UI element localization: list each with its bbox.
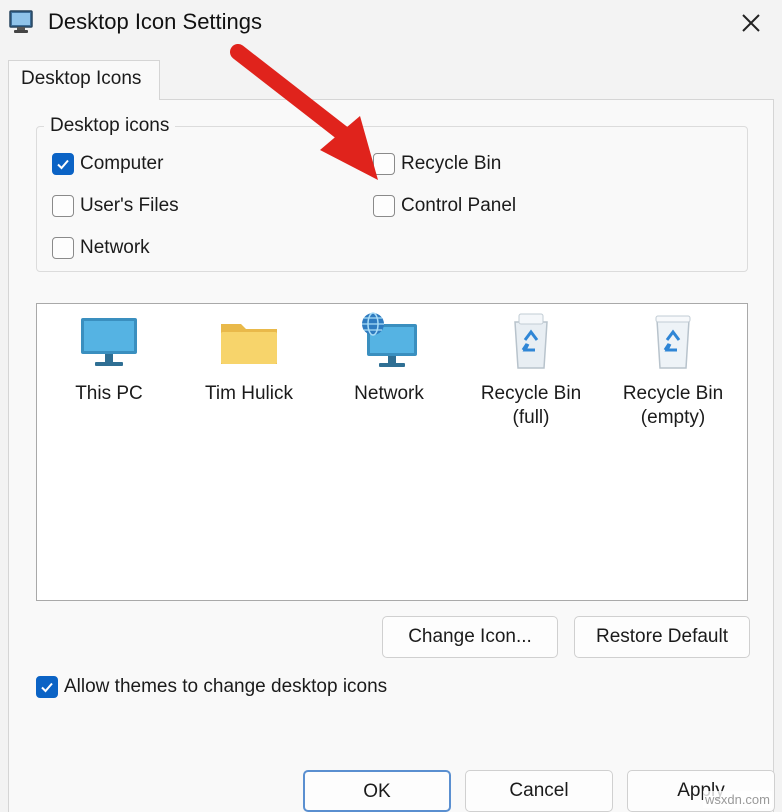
checkbox-box[interactable]	[52, 195, 74, 217]
checkmark-icon	[41, 682, 53, 693]
icon-item-recycle-bin-full[interactable]: Recycle Bin (full)	[461, 310, 601, 430]
icon-item-network[interactable]: Network	[319, 310, 459, 406]
cancel-button[interactable]: Cancel	[465, 770, 613, 812]
recycle-bin-empty-icon	[655, 315, 691, 369]
checkbox-label: Allow themes to change desktop icons	[64, 676, 388, 697]
tab-desktop-icons[interactable]: Desktop Icons	[8, 60, 160, 100]
icon-label: This PC	[75, 383, 143, 404]
checkbox-label: Control Panel	[401, 195, 517, 216]
network-icon	[362, 312, 417, 367]
restore-default-button[interactable]: Restore Default	[574, 616, 750, 658]
groupbox-legend: Desktop icons	[44, 114, 176, 138]
recycle-bin-full-icon	[514, 313, 548, 369]
icon-label: Recycle Bin (empty)	[622, 383, 724, 428]
close-icon	[742, 14, 760, 32]
checkbox-allow-themes[interactable]: Allow themes to change desktop icons	[36, 674, 387, 700]
icon-list-box[interactable]: This PC Tim Hulick Network Recycle Bin (f…	[36, 303, 748, 601]
checkmark-icon	[57, 159, 69, 170]
watermark: wsxdn.com	[702, 791, 772, 808]
folder-icon	[221, 324, 277, 364]
checkbox-users-files[interactable]: User's Files	[52, 193, 179, 219]
icon-item-this-pc[interactable]: This PC	[39, 310, 179, 406]
icon-label: Recycle Bin (full)	[480, 383, 582, 428]
icon-item-recycle-bin-empty[interactable]: Recycle Bin (empty)	[603, 310, 743, 430]
window-title: Desktop Icon Settings	[48, 9, 263, 34]
checkbox-control-panel[interactable]: Control Panel	[373, 193, 516, 219]
icon-item-user-folder[interactable]: Tim Hulick	[179, 310, 319, 406]
annotation-arrow-icon	[230, 44, 378, 180]
checkbox-box[interactable]	[373, 195, 395, 217]
checkbox-computer[interactable]: Computer	[52, 151, 163, 177]
checkbox-label: Computer	[80, 153, 164, 174]
close-button[interactable]	[720, 0, 782, 46]
icon-label: Tim Hulick	[205, 383, 293, 404]
checkbox-box[interactable]	[36, 676, 58, 698]
checkbox-label: Network	[80, 237, 150, 258]
checkbox-box[interactable]	[52, 237, 74, 259]
checkbox-label: User's Files	[80, 195, 179, 216]
ok-button[interactable]: OK	[303, 770, 451, 812]
desktop-settings-app-icon	[9, 10, 33, 33]
icon-label: Network	[354, 383, 424, 404]
checkbox-network[interactable]: Network	[52, 235, 150, 261]
change-icon-button[interactable]: Change Icon...	[382, 616, 558, 658]
checkbox-label: Recycle Bin	[401, 153, 502, 174]
checkbox-box[interactable]	[52, 153, 74, 175]
monitor-icon	[81, 318, 137, 366]
